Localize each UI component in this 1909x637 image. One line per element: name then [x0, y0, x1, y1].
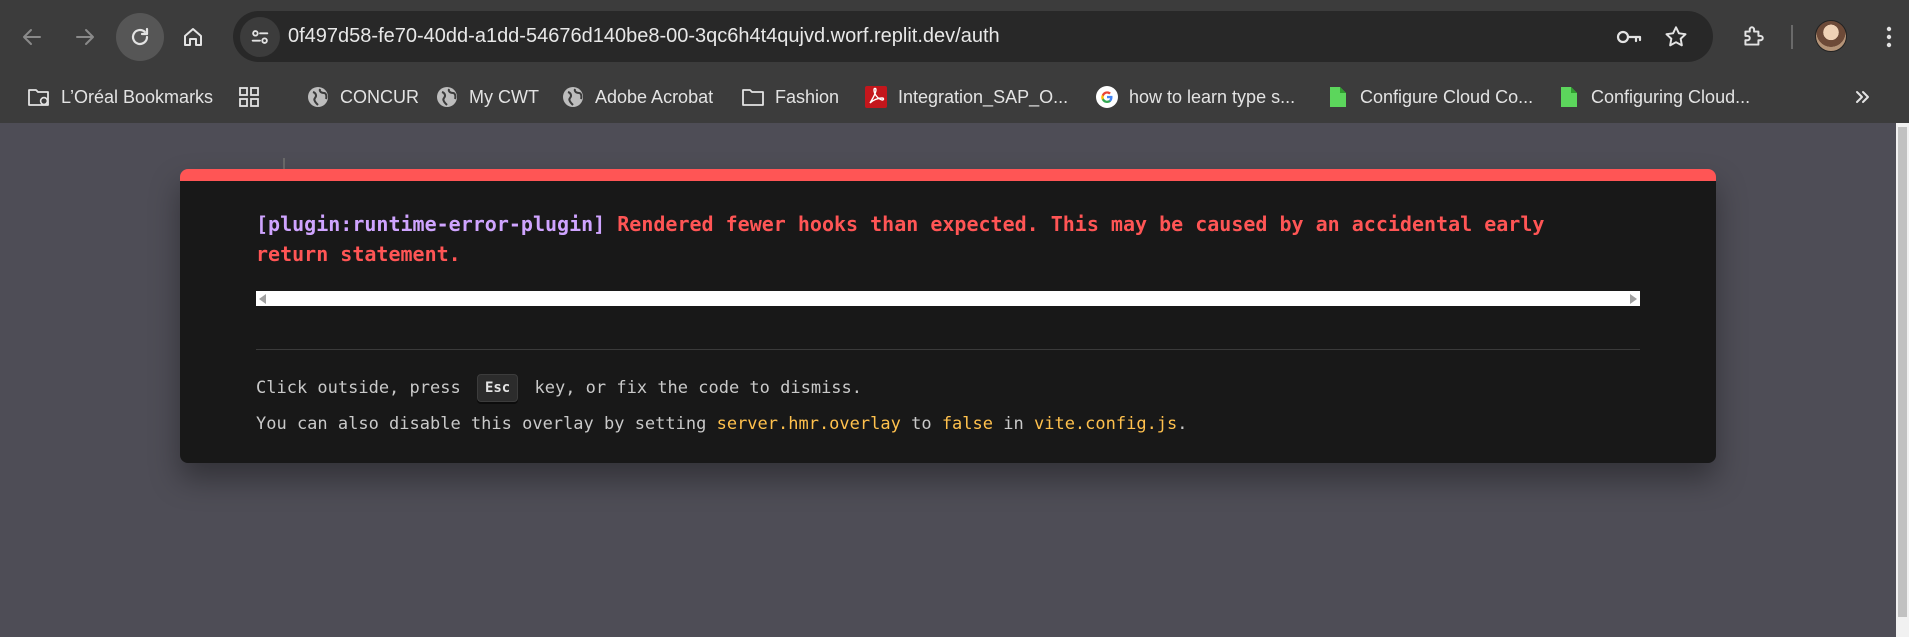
key-icon — [1616, 30, 1642, 44]
bookmarks-overflow-button[interactable] — [1853, 81, 1873, 113]
bookmark-label: Configure Cloud Co... — [1360, 86, 1534, 107]
bookmark-label: Fashion — [775, 86, 840, 107]
bookmark-integration-sap[interactable]: Integration_SAP_O... — [864, 81, 1068, 113]
chevron-double-right-icon — [1856, 91, 1869, 103]
globe-icon — [435, 85, 459, 109]
browser-menu-button[interactable] — [1871, 19, 1907, 55]
tip-text: to — [911, 414, 932, 434]
bookmark-my-cwt[interactable]: My CWT — [435, 81, 539, 113]
reload-button[interactable] — [116, 13, 164, 61]
page-scrollbar[interactable] — [1896, 123, 1909, 637]
bookmark-label: CONCUR — [340, 86, 419, 107]
home-button[interactable] — [169, 13, 217, 61]
toolbar-divider — [1791, 25, 1793, 49]
tip-text: You can also disable this overlay by set… — [256, 414, 707, 434]
reload-icon — [131, 27, 149, 46]
site-settings-button[interactable] — [240, 17, 280, 57]
esc-key-badge: Esc — [476, 374, 519, 402]
overlay-divider — [256, 349, 1640, 350]
forward-icon — [76, 29, 94, 45]
back-icon — [23, 29, 41, 45]
star-icon — [1665, 26, 1687, 47]
url-text[interactable]: 0f497d58-fe70-40dd-a1dd-54676d140be8-00-… — [288, 25, 1000, 48]
scroll-left-arrow-icon[interactable] — [259, 294, 266, 304]
vite-error-overlay: [plugin:runtime-error-plugin] Rendered f… — [180, 169, 1716, 463]
bookmark-label: Adobe Acrobat — [595, 86, 714, 107]
config-value-code: false — [941, 414, 993, 434]
globe-icon — [561, 85, 585, 109]
leaf-doc-icon — [1326, 85, 1350, 109]
bookmark-star-button[interactable] — [1662, 23, 1690, 51]
bookmark-label: Integration_SAP_O... — [898, 86, 1069, 107]
tip-text: . — [1177, 414, 1188, 434]
site-settings-icon — [251, 30, 269, 44]
extensions-button[interactable] — [1735, 19, 1771, 55]
scrollbar-thumb[interactable] — [1898, 127, 1907, 617]
bookmark-loreal-bookmarks[interactable]: L’Oréal Bookmarks — [27, 81, 213, 113]
home-icon — [184, 28, 202, 46]
bookmark-adobe-acrobat[interactable]: Adobe Acrobat — [561, 81, 713, 113]
folder-icon — [741, 85, 765, 109]
config-file-code: vite.config.js — [1033, 414, 1178, 434]
scroll-right-arrow-icon[interactable] — [1630, 294, 1637, 304]
code-frame-scroller[interactable] — [256, 291, 1640, 306]
managed-folder-icon — [27, 85, 51, 109]
dismiss-tip: Click outside, press Esc key, or fix the… — [256, 374, 862, 402]
tip-text: in — [1003, 414, 1024, 434]
forward-button[interactable] — [61, 13, 109, 61]
bookmark-label: My CWT — [469, 86, 539, 107]
address-bar[interactable]: 0f497d58-fe70-40dd-a1dd-54676d140be8-00-… — [233, 11, 1713, 62]
bookmark-google-search[interactable]: how to learn type s... — [1095, 81, 1295, 113]
bookmark-label: L’Oréal Bookmarks — [61, 86, 214, 107]
config-key-code: server.hmr.overlay — [716, 414, 901, 434]
bookmark-concur[interactable]: CONCUR — [306, 81, 419, 113]
tip-text: Click outside, press — [256, 378, 461, 398]
back-button[interactable] — [8, 13, 56, 61]
bookmark-configure-cloud[interactable]: Configure Cloud Co... — [1326, 81, 1533, 113]
error-plugin-name: [plugin:runtime-error-plugin] — [256, 212, 606, 236]
pdf-icon — [864, 85, 888, 109]
error-message: [plugin:runtime-error-plugin] Rendered f… — [256, 209, 1616, 269]
bookmark-label: Configuring Cloud... — [1591, 86, 1751, 107]
extensions-icon — [1744, 26, 1764, 46]
avatar[interactable] — [1815, 20, 1847, 52]
bookmark-apps[interactable] — [237, 81, 271, 113]
tip-text: key, or fix the code to dismiss. — [534, 378, 863, 398]
globe-icon — [306, 85, 330, 109]
password-key-button[interactable] — [1615, 23, 1643, 51]
browser-chrome: 0f497d58-fe70-40dd-a1dd-54676d140be8-00-… — [0, 0, 1909, 184]
leaf-doc-icon — [1557, 85, 1581, 109]
bookmark-label: how to learn type s... — [1129, 86, 1296, 107]
bookmarks-bar: L’Oréal Bookmarks CONCUR My CWT Adobe Ac… — [0, 73, 1909, 184]
apps-grid-icon — [237, 85, 261, 109]
disable-overlay-tip: You can also disable this overlay by set… — [256, 414, 1188, 434]
bookmark-fashion[interactable]: Fashion — [741, 81, 839, 113]
google-icon — [1095, 85, 1119, 109]
kebab-menu-icon — [1886, 26, 1892, 48]
browser-toolbar: 0f497d58-fe70-40dd-a1dd-54676d140be8-00-… — [0, 0, 1909, 73]
bookmark-configuring-cloud[interactable]: Configuring Cloud... — [1557, 81, 1750, 113]
